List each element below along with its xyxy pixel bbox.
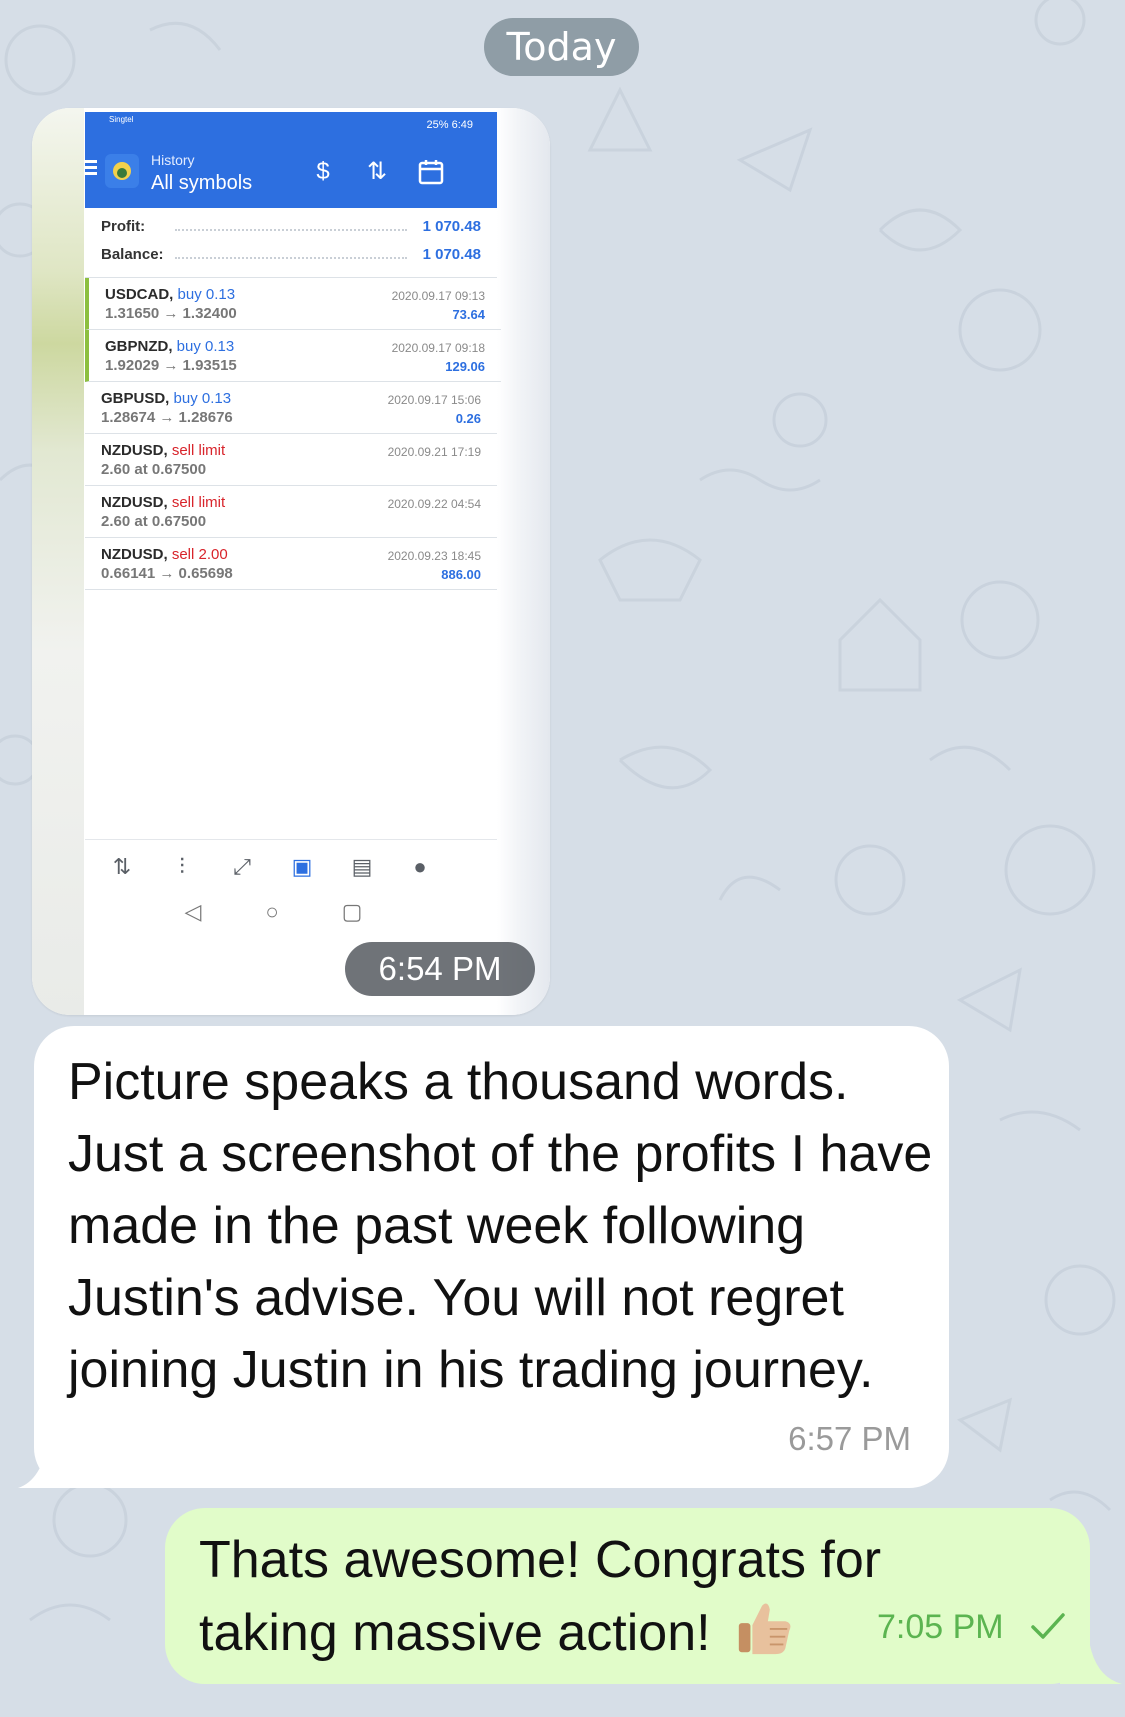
trade-time: 2020.09.17 09:18: [391, 341, 485, 355]
photo-message[interactable]: Singtel 25% 6:49 History All symbols $ ⇅…: [32, 108, 550, 1015]
date-separator-chip: Today: [484, 18, 639, 76]
trade-time: 2020.09.17 15:06: [387, 393, 481, 407]
trade-side: sell limit: [171, 442, 226, 459]
trading-history-screenshot: Singtel 25% 6:49 History All symbols $ ⇅…: [32, 108, 550, 1015]
trade-time: 2020.09.21 17:19: [387, 445, 481, 459]
app-title: All symbols: [151, 172, 253, 194]
trade-icon: ⤢: [233, 854, 251, 879]
dotted-leader: [175, 257, 407, 259]
photo-timestamp: 6:54 PM: [345, 942, 535, 996]
trade-row: NZDUSD, sell 2.00 0.66141 → 0.65698 2020…: [85, 538, 497, 590]
trade-profit: 129.06: [445, 359, 485, 374]
sent-check-icon: [1031, 1613, 1065, 1639]
balance-row: Balance: 1 070.48: [85, 242, 497, 268]
trade-prices: 2.60 at 0.67500: [101, 513, 207, 530]
outgoing-message-time: 7:05 PM: [877, 1608, 1004, 1646]
trade-prices: 0.66141 → 0.65698: [101, 565, 233, 582]
trade-symbol: USDCAD,: [105, 286, 174, 303]
dotted-leader: [175, 229, 407, 231]
trade-profit: 0.26: [455, 411, 481, 426]
trade-row: USDCAD, buy 0.13 1.31650 → 1.32400 2020.…: [85, 278, 501, 330]
trade-symbol: NZDUSD,: [101, 546, 168, 563]
phone-status-bar: Singtel 25% 6:49: [85, 112, 497, 138]
profit-row: Profit: 1 070.48: [85, 214, 497, 240]
image-blur-right: [497, 108, 550, 1015]
balance-value: 1 070.48: [422, 246, 481, 263]
back-icon: ◁: [184, 899, 202, 924]
trade-side: buy 0.13: [177, 286, 236, 303]
app-bottom-nav: ⇅ ⫶ ⤢ ▣ ▤ ●: [85, 839, 497, 892]
trade-prices: 2.60 at 0.67500: [101, 461, 207, 478]
messages-icon: ●: [413, 854, 427, 879]
trade-time: 2020.09.22 04:54: [387, 497, 481, 511]
trade-side: sell limit: [171, 494, 226, 511]
image-blur-left: [32, 108, 84, 1015]
trade-side: buy 0.13: [173, 390, 232, 407]
trade-symbol: GBPNZD,: [105, 338, 173, 355]
trade-row: NZDUSD, sell limit 2.60 at 0.67500 2020.…: [85, 486, 497, 538]
incoming-message-time: 6:57 PM: [788, 1420, 911, 1457]
trade-prices: 1.92029 → 1.93515: [105, 357, 237, 374]
trade-prices: 1.31650 → 1.32400: [105, 305, 237, 322]
trade-profit: 886.00: [441, 567, 481, 582]
outgoing-message-text: Thats awesome! Congrats for taking massi…: [199, 1524, 919, 1669]
outgoing-message-bubble[interactable]: Thats awesome! Congrats for taking massi…: [165, 1508, 1090, 1684]
profit-label: Profit:: [101, 218, 146, 235]
trade-prices: 1.28674 → 1.28676: [101, 409, 233, 426]
app-logo: [105, 154, 139, 188]
currency-filter-icon: $: [316, 158, 330, 185]
trade-symbol: NZDUSD,: [101, 442, 168, 459]
sort-icon: ⇅: [366, 158, 388, 185]
trade-symbol: GBPUSD,: [101, 390, 170, 407]
history-icon: ▣: [291, 854, 313, 879]
thumbs-up-emoji-icon: [738, 1603, 791, 1655]
news-icon: ▤: [351, 854, 373, 879]
balance-label: Balance:: [101, 246, 164, 263]
app-subtitle: History: [151, 152, 195, 168]
menu-icon: [85, 160, 97, 180]
trade-time: 2020.09.17 09:13: [391, 289, 485, 303]
trade-time: 2020.09.23 18:45: [387, 549, 481, 563]
trade-profit: 73.64: [452, 307, 485, 322]
battery-time-label: 25% 6:49: [426, 119, 473, 131]
quotes-icon: ⇅: [112, 854, 132, 879]
calendar-icon: [418, 160, 444, 185]
trade-side: buy 0.13: [176, 338, 235, 355]
recents-icon: ▢: [341, 899, 363, 924]
incoming-message-bubble[interactable]: Picture speaks a thousand words. Just a …: [34, 1026, 949, 1488]
trade-symbol: NZDUSD,: [101, 494, 168, 511]
home-icon: ○: [265, 899, 279, 924]
carrier-label: Singtel: [109, 115, 134, 124]
incoming-message-text: Picture speaks a thousand words. Just a …: [68, 1053, 933, 1399]
android-nav-bar: ◁ ○ ▢: [85, 891, 497, 935]
profit-value: 1 070.48: [422, 218, 481, 235]
trade-row: NZDUSD, sell limit 2.60 at 0.67500 2020.…: [85, 434, 497, 486]
app-toolbar: History All symbols $ ⇅: [85, 138, 497, 208]
chart-icon: ⫶: [179, 854, 185, 879]
trade-side: sell 2.00: [171, 546, 228, 563]
trade-row: GBPNZD, buy 0.13 1.92029 → 1.93515 2020.…: [85, 330, 501, 382]
phone-screen: Singtel 25% 6:49 History All symbols $ ⇅…: [85, 112, 501, 1015]
trade-row: GBPUSD, buy 0.13 1.28674 → 1.28676 2020.…: [85, 382, 497, 434]
